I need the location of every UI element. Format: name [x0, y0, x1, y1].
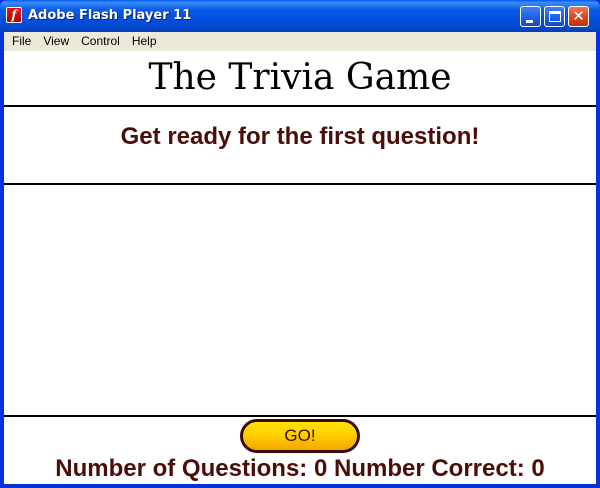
close-button[interactable]: ✕	[568, 6, 589, 27]
question-divider	[4, 183, 596, 185]
go-button[interactable]: GO!	[240, 419, 360, 453]
maximize-button[interactable]	[544, 6, 565, 27]
answer-area-divider	[4, 415, 596, 417]
question-message: Get ready for the first question!	[120, 123, 480, 150]
game-stage: The Trivia Game Get ready for the first …	[4, 51, 596, 484]
menu-help[interactable]: Help	[126, 32, 163, 51]
maximize-icon	[549, 11, 561, 22]
flash-f-icon: f	[6, 7, 22, 23]
correct-count: 0	[531, 455, 545, 482]
correct-label: Number Correct:	[333, 455, 525, 482]
title-divider	[4, 105, 596, 107]
close-icon: ✕	[572, 7, 585, 25]
menu-bar: File View Control Help	[4, 32, 596, 51]
window-title: Adobe Flash Player 11	[28, 8, 192, 23]
flash-player-window: f Adobe Flash Player 11 ✕ File View Cont…	[0, 0, 600, 488]
score-line: Number of Questions: 0 Number Correct: 0	[4, 455, 596, 483]
menu-view[interactable]: View	[37, 32, 75, 51]
menu-file[interactable]: File	[6, 32, 37, 51]
menu-control[interactable]: Control	[75, 32, 126, 51]
minimize-button[interactable]	[520, 6, 541, 27]
questions-count: 0	[313, 455, 328, 482]
questions-label: Number of Questions:	[55, 455, 308, 482]
title-bar[interactable]: f Adobe Flash Player 11 ✕	[0, 0, 600, 32]
minimize-icon	[526, 20, 533, 23]
game-title: The Trivia Game	[148, 57, 452, 98]
